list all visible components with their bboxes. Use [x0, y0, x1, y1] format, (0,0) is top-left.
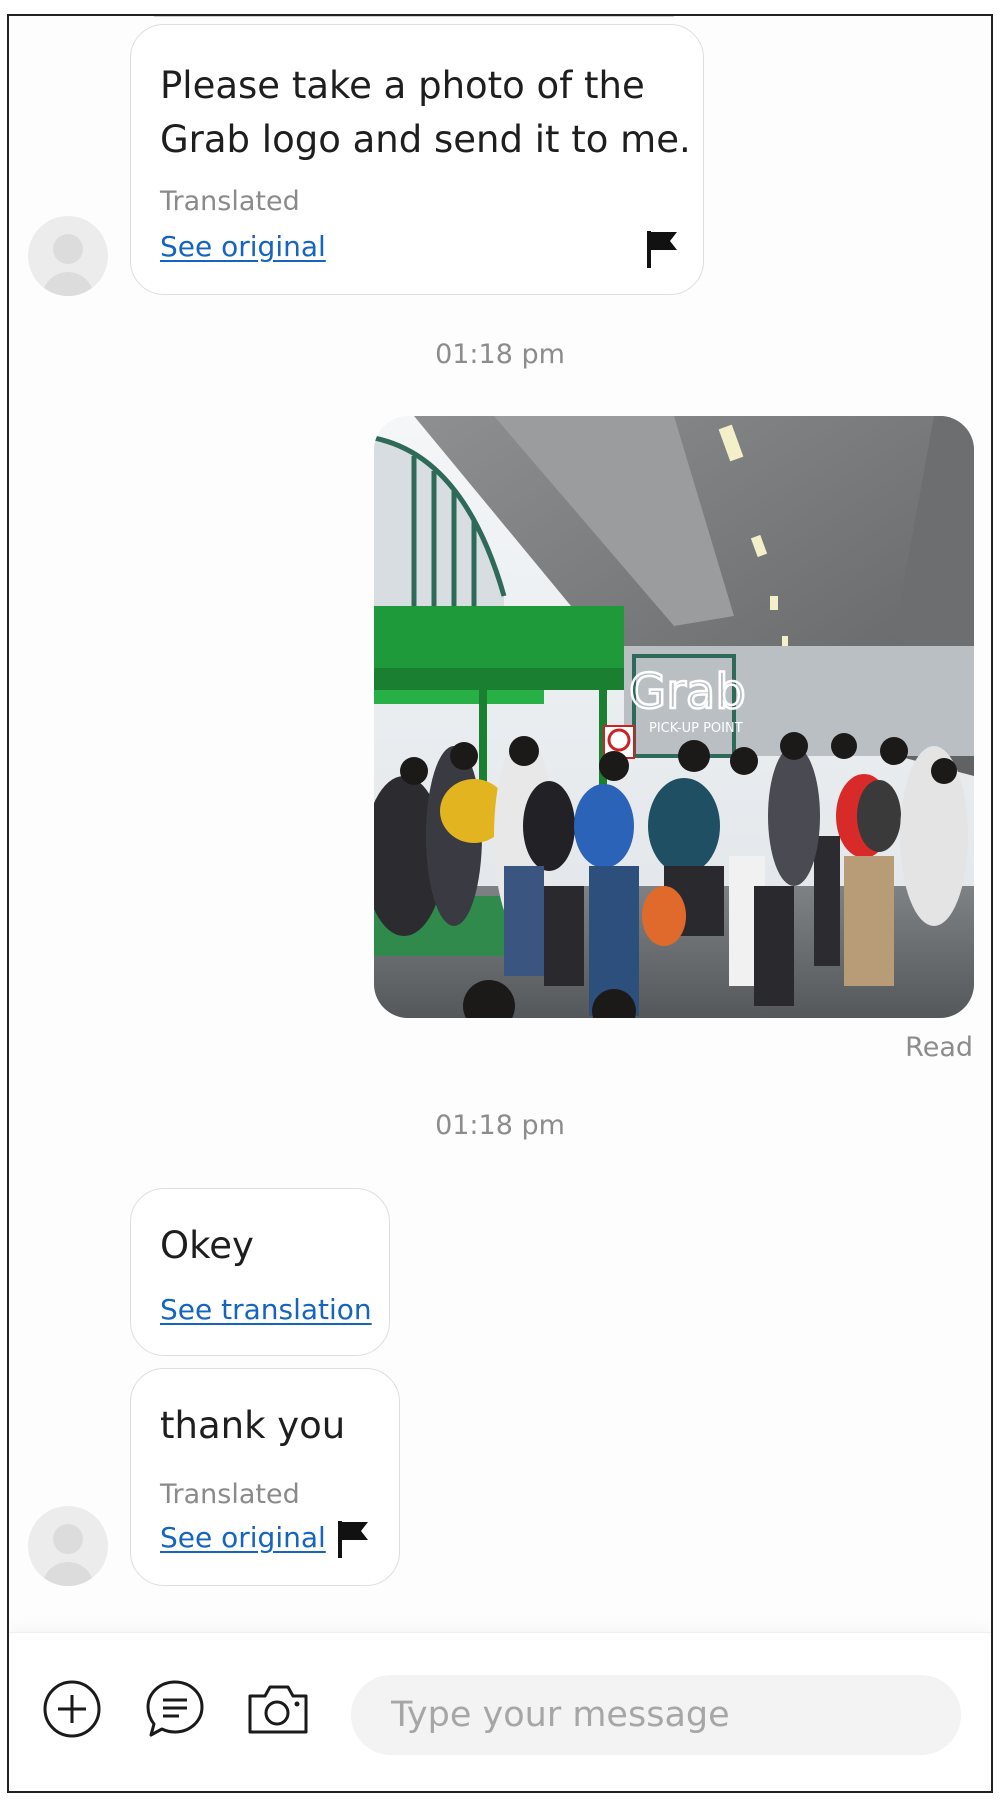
see-translation-link[interactable]: See translation [160, 1293, 372, 1326]
photo-grab-pickup-point: Grab PICK-UP POINT [374, 416, 974, 1018]
chat-bubble-icon[interactable] [142, 1676, 208, 1742]
read-receipt: Read [905, 1032, 973, 1063]
message-input[interactable] [351, 1675, 961, 1755]
plus-icon[interactable] [39, 1676, 105, 1742]
message-text: Please take a photo of the Grab logo and… [160, 64, 691, 161]
timestamp: 01:18 pm [435, 1110, 565, 1141]
see-original-link[interactable]: See original [160, 1521, 326, 1554]
translated-label: Translated [160, 186, 300, 217]
incoming-message-bubble[interactable]: thank you Translated See original [130, 1368, 400, 1586]
incoming-message-bubble[interactable]: Please take a photo of the Grab logo and… [130, 24, 704, 295]
grab-sign-text: Grab [629, 664, 746, 720]
timestamp: 01:18 pm [435, 339, 565, 370]
chat-thread[interactable]: Please take a photo of the Grab logo and… [9, 16, 991, 1636]
message-text: Okey [160, 1224, 254, 1267]
contact-avatar[interactable] [28, 216, 108, 296]
see-original-link[interactable]: See original [160, 230, 326, 263]
contact-avatar[interactable] [28, 1506, 108, 1586]
report-flag-icon[interactable] [645, 229, 679, 269]
previous-bubble-edge [154, 16, 674, 17]
message-composer [9, 1632, 991, 1791]
grab-sign-subtext: PICK-UP POINT [649, 721, 743, 736]
report-flag-icon[interactable] [336, 1519, 370, 1559]
chat-screen: Please take a photo of the Grab logo and… [7, 14, 993, 1793]
sent-photo[interactable]: Grab PICK-UP POINT [374, 416, 974, 1018]
camera-icon[interactable] [245, 1676, 311, 1742]
message-text: thank you [160, 1404, 346, 1447]
translated-label: Translated [160, 1479, 300, 1510]
incoming-message-bubble[interactable]: Okey See translation [130, 1188, 390, 1356]
